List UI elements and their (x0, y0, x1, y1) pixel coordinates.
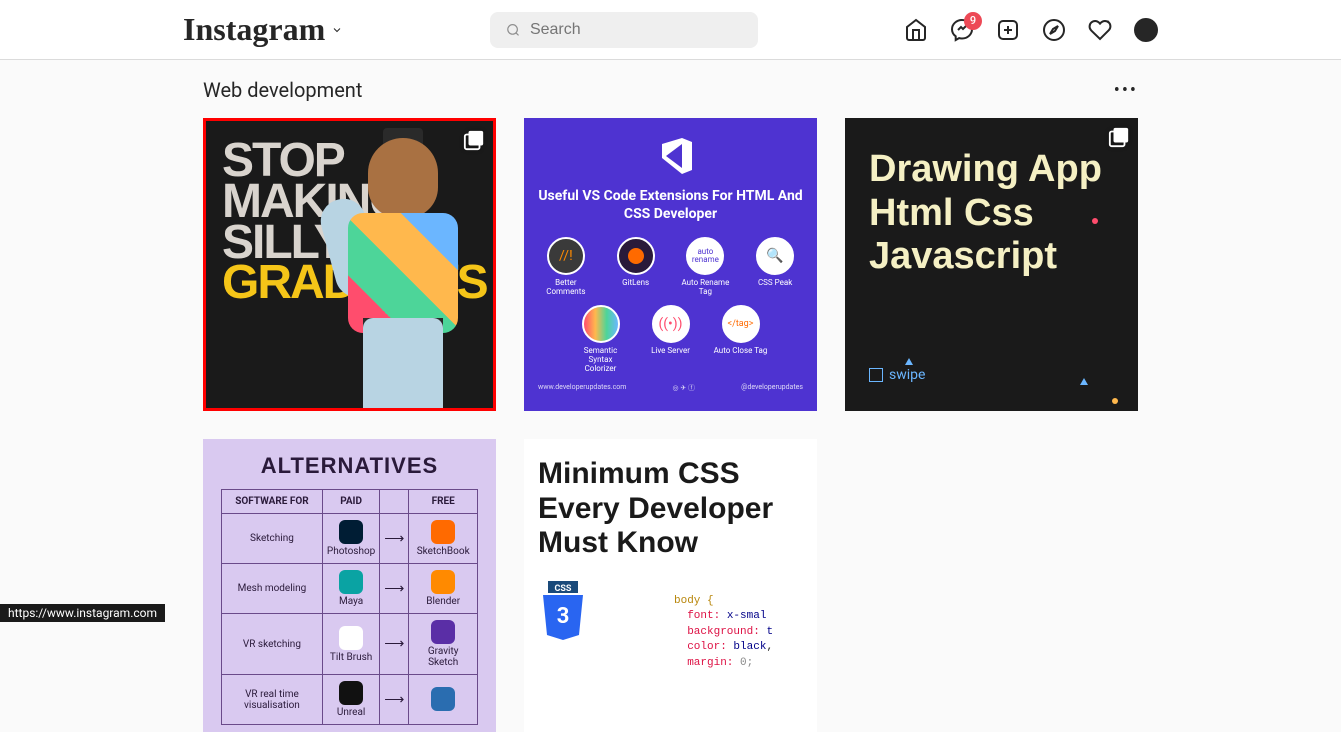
swipe-hint: swipe (869, 367, 925, 383)
avatar[interactable] (1134, 18, 1158, 42)
post-tile[interactable]: Drawing App Html Css Javascript swipe (845, 118, 1138, 411)
post-grid: STOP MAKING SILLY GRADIENTS Useful VS Co… (203, 118, 1138, 732)
logo[interactable]: Instagram (183, 11, 325, 48)
topbar: Instagram 9 (0, 0, 1341, 60)
ext-item: autorenameAuto Rename Tag (678, 237, 734, 297)
page-header: Web development ••• (203, 78, 1138, 102)
ext-item: ((•))Live Server (643, 305, 699, 373)
post-tile[interactable]: STOP MAKING SILLY GRADIENTS (203, 118, 496, 411)
messenger-icon[interactable]: 9 (950, 18, 974, 42)
post-tile[interactable]: ALTERNATIVES SOFTWARE FORPAIDFREE Sketch… (203, 439, 496, 732)
tile-title: Useful VS Code Extensions For HTML And C… (538, 187, 803, 223)
chevron-down-icon[interactable] (331, 24, 343, 36)
content: Web development ••• STOP MAKING SILLY GR… (203, 78, 1138, 732)
tile-title: Drawing App Html Css Javascript (869, 148, 1114, 279)
search-input[interactable] (530, 21, 742, 39)
ext-item: GitLens (608, 237, 664, 297)
ext-item: Semantic Syntax Colorizer (573, 305, 629, 373)
svg-text:CSS: CSS (555, 584, 572, 594)
carousel-icon (463, 129, 485, 151)
page-title: Web development (203, 78, 362, 102)
character-illustration (313, 128, 496, 411)
badge-count: 9 (964, 12, 982, 30)
nav-icons: 9 (904, 18, 1158, 42)
css3-icon: CSS 3 (538, 581, 588, 641)
carousel-icon (1108, 126, 1130, 148)
ext-item: 🔍CSS Peak (747, 237, 803, 297)
tile-title: Minimum CSS Every Developer Must Know (538, 457, 803, 561)
topbar-inner: Instagram 9 (183, 11, 1158, 48)
ext-item: //!Better Comments (538, 237, 594, 297)
more-icon[interactable]: ••• (1114, 80, 1138, 101)
svg-text:3: 3 (557, 604, 570, 629)
search-icon (506, 22, 520, 38)
home-icon[interactable] (904, 18, 928, 42)
post-tile[interactable]: Minimum CSS Every Developer Must Know CS… (524, 439, 817, 732)
vscode-icon (646, 136, 696, 176)
tile-footer: www.developerupdates.com◎ ✈ ⓕ@developeru… (538, 383, 803, 393)
ext-item: </tag>Auto Close Tag (713, 305, 769, 373)
explore-icon[interactable] (1042, 18, 1066, 42)
logo-wrap[interactable]: Instagram (183, 11, 343, 48)
heart-icon[interactable] (1088, 18, 1112, 42)
alternatives-table: SOFTWARE FORPAIDFREE SketchingPhotoshop⟶… (221, 489, 478, 725)
new-post-icon[interactable] (996, 18, 1020, 42)
search-box[interactable] (490, 12, 758, 48)
status-bar: https://www.instagram.com (0, 604, 165, 622)
code-snippet: body { font: x-smal background: t color:… (674, 594, 773, 671)
tile-title: ALTERNATIVES (221, 453, 478, 479)
post-tile[interactable]: Useful VS Code Extensions For HTML And C… (524, 118, 817, 411)
